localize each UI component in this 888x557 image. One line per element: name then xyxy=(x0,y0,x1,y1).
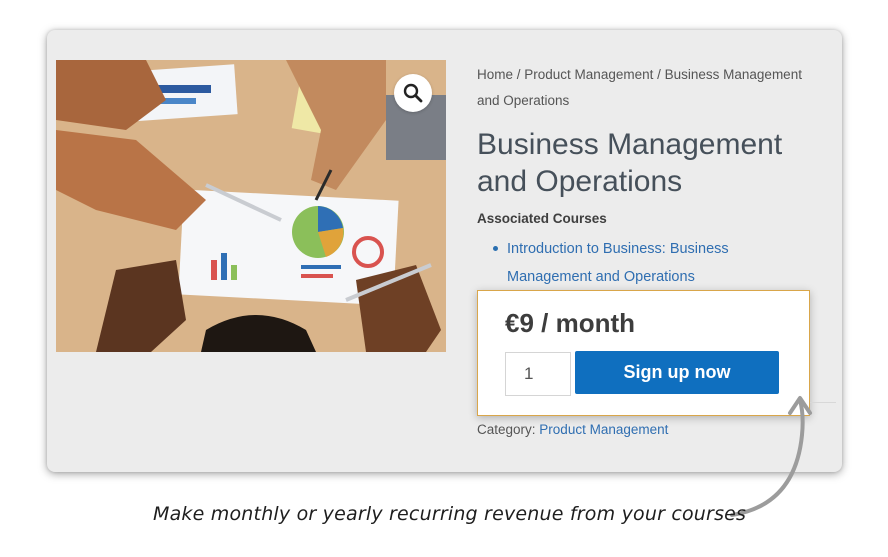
product-category: Category: Product Management xyxy=(477,422,668,437)
breadcrumb-category[interactable]: Product Management xyxy=(524,67,653,82)
category-label: Category: xyxy=(477,422,536,437)
annotation-caption: Make monthly or yearly recurring revenue… xyxy=(153,503,747,525)
product-photo xyxy=(56,60,446,352)
category-link[interactable]: Product Management xyxy=(539,422,668,437)
magnifier-icon xyxy=(403,83,423,103)
product-image[interactable] xyxy=(56,60,446,352)
quantity-input[interactable] xyxy=(505,352,571,396)
zoom-button[interactable] xyxy=(394,74,432,112)
price: €9 / month xyxy=(505,308,636,338)
breadcrumb: Home / Product Management / Business Man… xyxy=(477,62,827,114)
list-item: Introduction to Business: Business Manag… xyxy=(493,235,747,291)
course-link[interactable]: Introduction to Business: Business Manag… xyxy=(507,241,729,285)
associated-courses-label: Associated Courses xyxy=(477,211,607,226)
breadcrumb-separator: / xyxy=(653,67,665,82)
sign-up-button[interactable]: Sign up now xyxy=(575,351,779,394)
breadcrumb-separator: / xyxy=(513,67,525,82)
product-title: Business Management and Operations xyxy=(477,128,783,198)
associated-courses-list: Introduction to Business: Business Manag… xyxy=(493,235,747,291)
breadcrumb-home[interactable]: Home xyxy=(477,67,513,82)
